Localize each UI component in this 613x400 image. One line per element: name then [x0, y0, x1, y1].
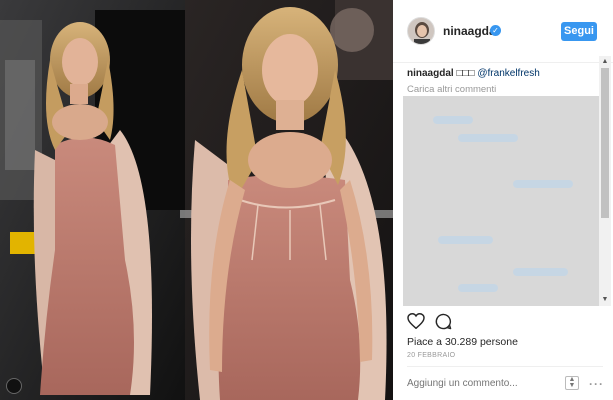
caption-mention[interactable]: @frankelfresh — [477, 68, 539, 79]
caption: ninaagdal □□□ @frankelfresh — [407, 68, 540, 79]
comments-scrollbar[interactable]: ▲ ▼ — [599, 56, 611, 306]
obscured-text — [513, 180, 573, 188]
load-more-comments-link[interactable]: Carica altri commenti — [407, 84, 496, 95]
more-options-icon[interactable]: ··· — [589, 377, 604, 391]
comment-input[interactable] — [407, 378, 547, 389]
post-header: ninaagdal ✓ Segui — [393, 0, 613, 63]
post-photo[interactable] — [0, 0, 393, 400]
stepper-icon[interactable]: ▲ ▼ — [565, 376, 579, 390]
heart-icon[interactable] — [407, 313, 425, 329]
photo-image — [0, 0, 393, 400]
divider — [407, 366, 603, 367]
post-date: 20 FEBBRAIO — [407, 352, 456, 359]
scroll-down-icon[interactable]: ▼ — [601, 296, 609, 304]
obscured-text — [433, 116, 473, 124]
tagged-user-icon[interactable] — [6, 378, 22, 394]
caption-username[interactable]: ninaagdal — [407, 68, 454, 79]
obscured-text — [513, 268, 568, 276]
avatar-image — [408, 18, 434, 44]
obscured-text — [438, 236, 493, 244]
scroll-up-icon[interactable]: ▲ — [601, 58, 609, 66]
obscured-text — [458, 284, 498, 292]
avatar[interactable] — [407, 17, 435, 45]
follow-button[interactable]: Segui — [561, 22, 597, 41]
scrollbar-thumb[interactable] — [601, 68, 609, 218]
verified-badge-icon: ✓ — [490, 25, 501, 36]
comments-list-obscured — [403, 96, 600, 306]
caption-emoji: □□□ — [456, 68, 475, 79]
likes-count[interactable]: Piace a 30.289 persone — [407, 336, 518, 348]
obscured-text — [458, 134, 518, 142]
post-sidebar: ninaagdal ✓ Segui ninaagdal □□□ @frankel… — [393, 0, 613, 400]
comment-icon[interactable] — [435, 313, 452, 330]
